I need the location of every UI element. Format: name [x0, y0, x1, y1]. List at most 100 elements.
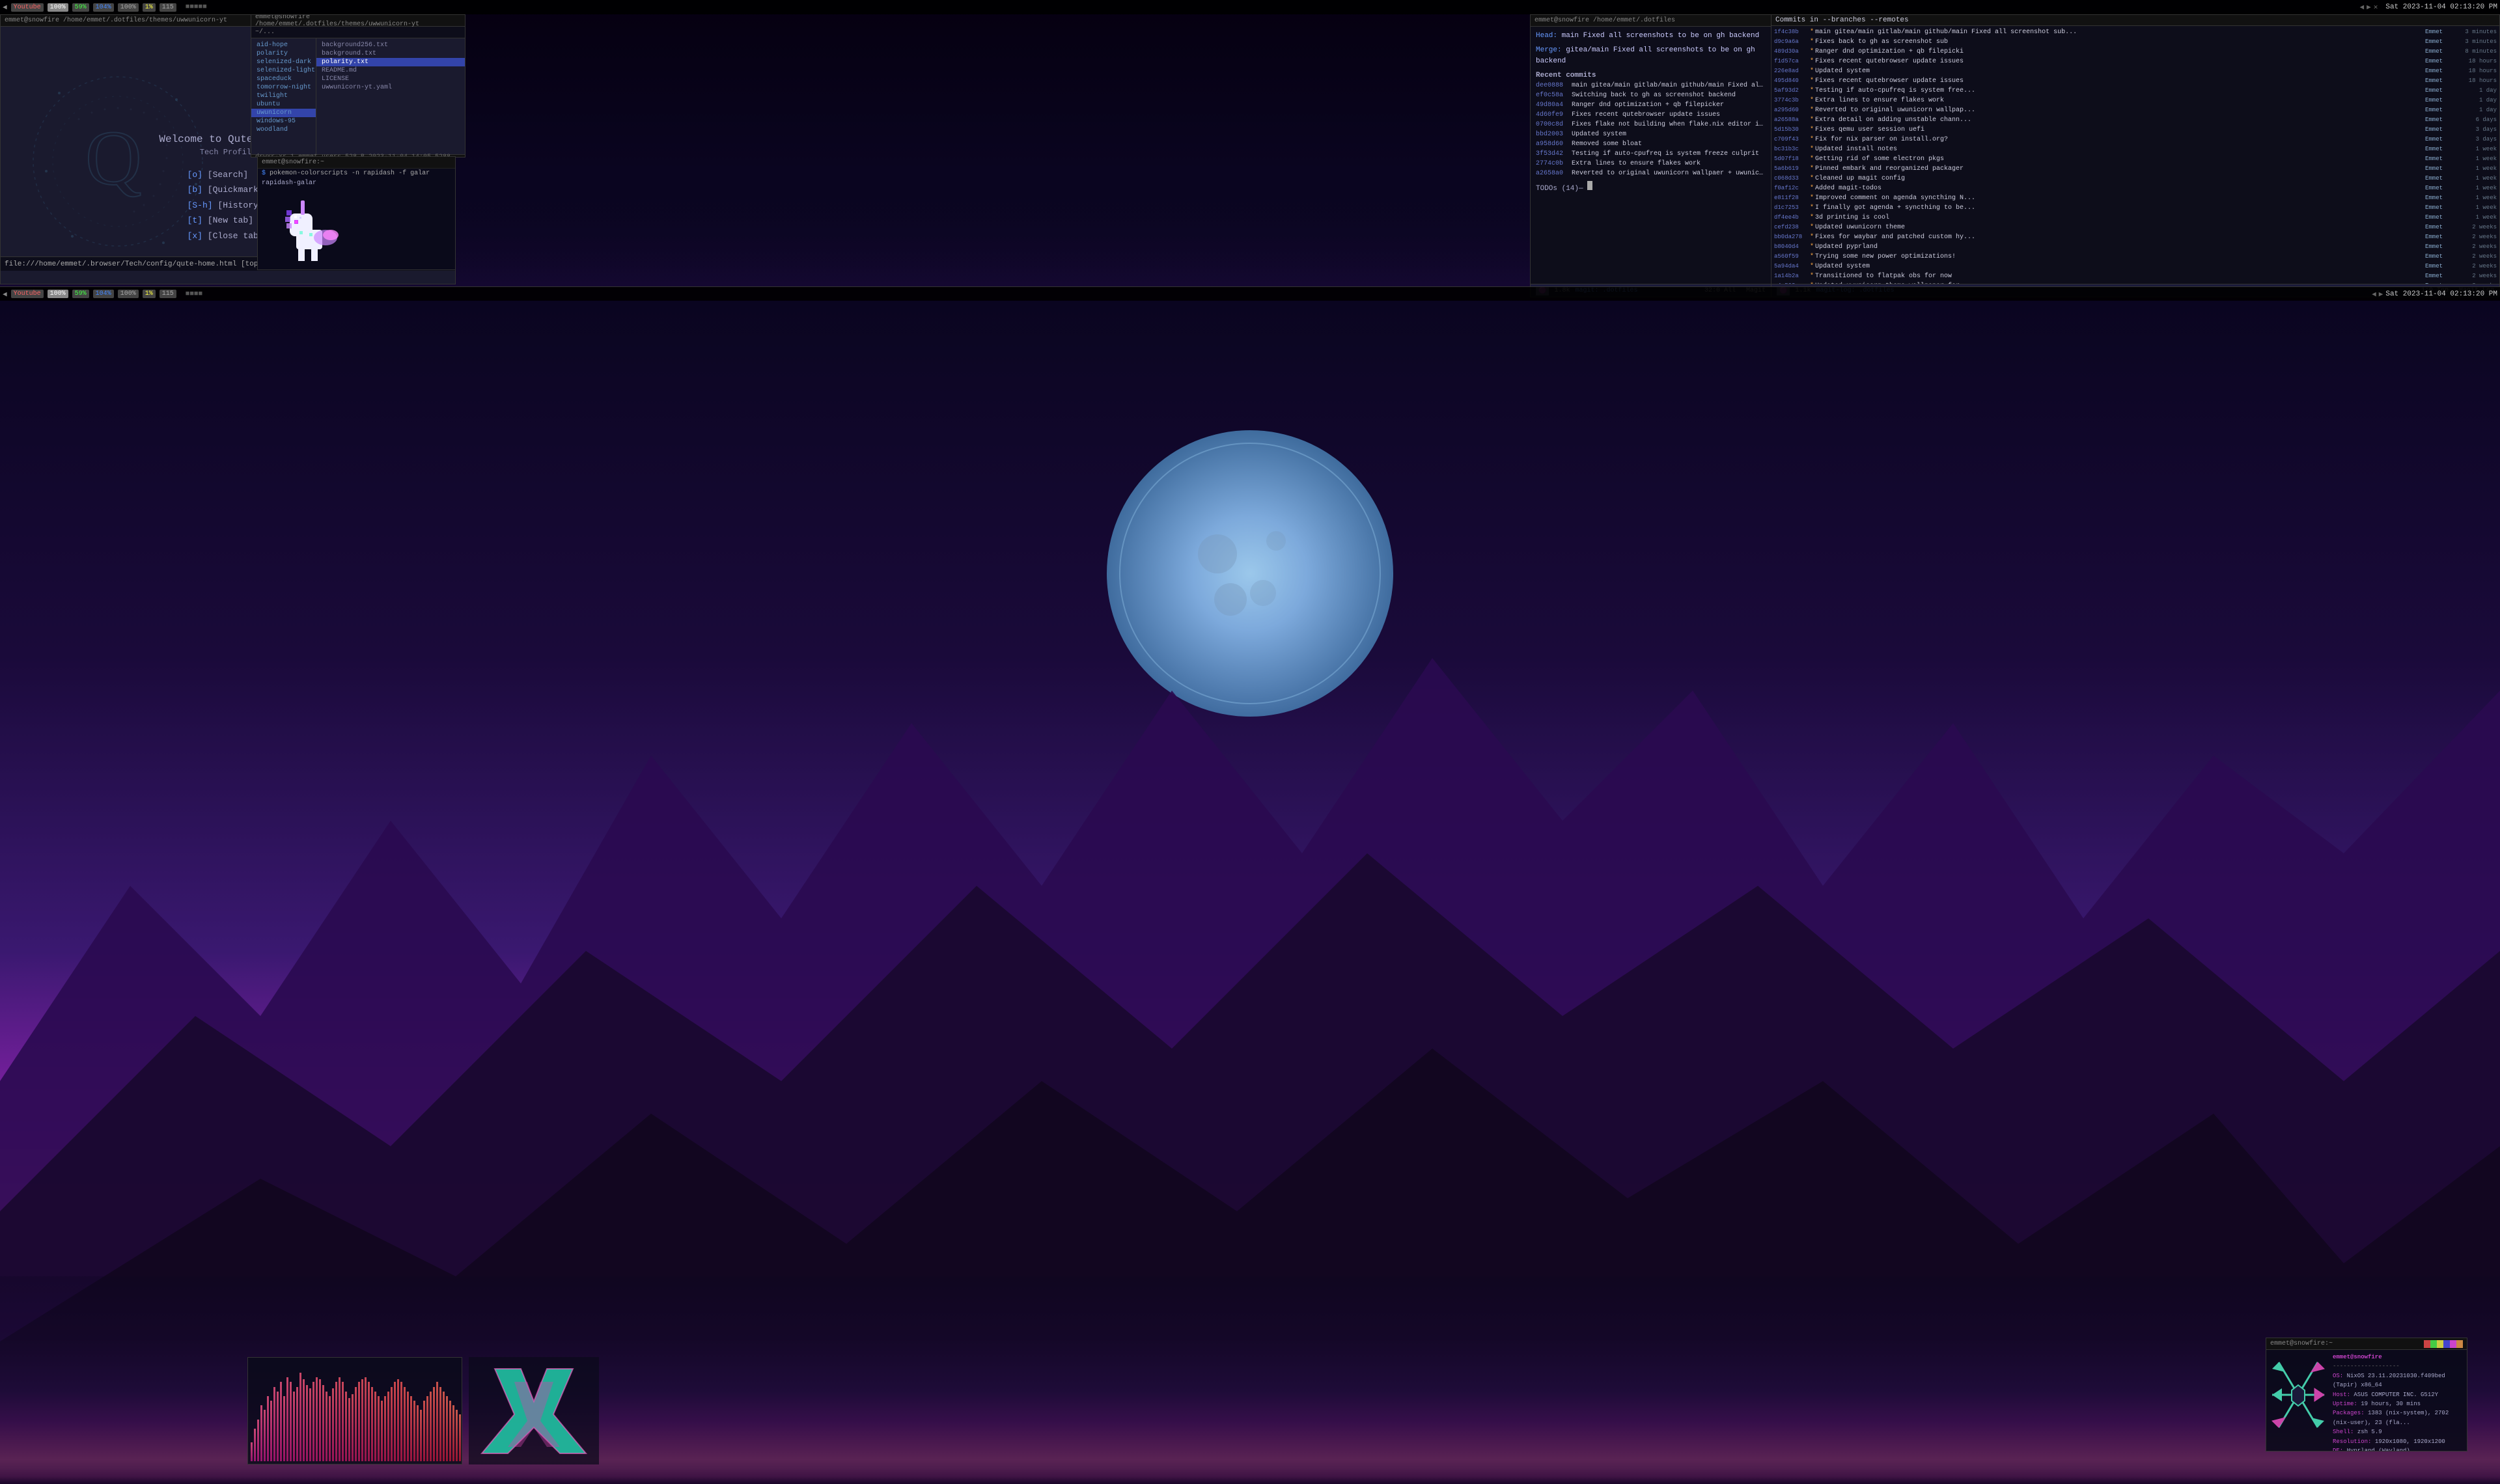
clog-25[interactable]: 5a94da4*Updated systemEmmet2 weeks [1771, 262, 2499, 271]
file-item-spd[interactable]: spaceduck [251, 75, 316, 83]
statusbar-tag-5: 1% [143, 3, 156, 12]
bottom-window-btn-min[interactable]: ◀ [2372, 290, 2376, 299]
clog-13[interactable]: bc31b3c*Updated install notesEmmet1 week [1771, 144, 2499, 154]
file-item-aidh[interactable]: aid-hope [251, 41, 316, 49]
neofetch-field-host: Host: ASUS COMPUTER INC. G512Y [2333, 1390, 2464, 1399]
bottom-window-btn-max[interactable]: ▶ [2379, 290, 2383, 299]
audio-bar-20 [316, 1377, 318, 1461]
bottom-sb-tag4: 100% [118, 290, 139, 298]
file-polarity[interactable]: polarity.txt [316, 58, 465, 66]
window-btn-close[interactable]: ✕ [2374, 3, 2378, 12]
audio-bar-17 [306, 1385, 308, 1461]
file-readme[interactable]: README.md [316, 66, 465, 75]
pokemon-cmd-text: pokemon-colorscripts -n rapidash -f gala… [270, 170, 430, 177]
statusbar-tag-3: 104% [93, 3, 114, 12]
mountain-svg [0, 301, 2500, 1484]
file-item-wld[interactable]: woodland [251, 126, 316, 134]
clog-15[interactable]: 5a6b619*Pinned embark and reorganized pa… [1771, 164, 2499, 174]
clog-20[interactable]: df4ee4b*3d printing is coolEmmet1 week [1771, 213, 2499, 223]
qute-logo-pattern: Q [7, 41, 229, 282]
clog-7[interactable]: 5af93d2*Testing if auto-cpufreq is syste… [1771, 86, 2499, 96]
clog-23[interactable]: b8040d4*Updated pyprlandEmmet2 weeks [1771, 242, 2499, 252]
file-item-pol[interactable]: polarity [251, 49, 316, 58]
neofetch-field-de: DE: Hyprland (Wayland) [2333, 1446, 2464, 1451]
git-commit-9[interactable]: 2774c0bExtra lines to ensure flakes work [1533, 159, 1768, 169]
statusbar-tag-6: 115 [160, 3, 176, 12]
clog-16[interactable]: c068d33*Cleaned up magit configEmmet1 we… [1771, 174, 2499, 184]
git-panel-window: emmet@snowfire /home/emmet/.dotfiles Hea… [1530, 14, 2500, 297]
clog-3[interactable]: 489d30a*Ranger dnd optimization + qb fil… [1771, 47, 2499, 57]
clog-2[interactable]: d9c9a6a*Fixes back to gh as screenshot s… [1771, 37, 2499, 47]
clog-26[interactable]: 1a14b2a*Transitioned to flatpak obs for … [1771, 271, 2499, 281]
pokemon-terminal-window: emmet@snowfire:~ $ pokemon-colorscripts … [257, 156, 456, 270]
git-body: Head: main Fixed all screenshots to be o… [1531, 27, 1771, 284]
git-commit-5[interactable]: 0700c8dFixes flake not building when fla… [1533, 120, 1768, 130]
audio-bar-21 [319, 1379, 321, 1461]
git-todos: TODOs (14)— [1533, 178, 1768, 195]
git-commit-10[interactable]: a2658a0Reverted to original uwunicorn wa… [1533, 169, 1768, 178]
file-item-twl[interactable]: twilight [251, 92, 316, 100]
clog-24[interactable]: a560f59*Trying some new power optimizati… [1771, 252, 2499, 262]
git-commit-3[interactable]: 49d80a4Ranger dnd optimization + qb file… [1533, 100, 1768, 110]
git-commit-6[interactable]: bbd2003Updated system [1533, 130, 1768, 139]
bottom-statusbar: ◀ Youtube 100% 59% 104% 100% 1% 115 ■■■■… [0, 286, 2500, 301]
audio-bar-8 [277, 1392, 279, 1461]
file-item-seld[interactable]: selenized-dark [251, 58, 316, 66]
pokemon-sprite-area [258, 188, 455, 270]
file-bg256[interactable]: background256.txt [316, 41, 465, 49]
git-commit-8[interactable]: 3f53d42Testing if auto-cpufreq is system… [1533, 149, 1768, 159]
clog-6[interactable]: 495d840*Fixes recent qutebrowser update … [1771, 76, 2499, 86]
audio-bar-54 [426, 1396, 428, 1461]
file-item-w95[interactable]: windows-95 [251, 117, 316, 126]
audio-bar-42 [387, 1392, 389, 1461]
neofetch-field-uptime: Uptime: 19 hours, 30 mins [2333, 1399, 2464, 1408]
window-btn-min[interactable]: ◀ [2359, 3, 2364, 12]
audio-bar-31 [352, 1394, 354, 1461]
audio-bar-63 [456, 1410, 458, 1461]
clog-10[interactable]: a26588a*Extra detail on adding unstable … [1771, 115, 2499, 125]
git-left-header: emmet@snowfire /home/emmet/.dotfiles [1531, 15, 1771, 27]
files-right-panel: background256.txt background.txt polarit… [316, 38, 465, 154]
clog-19[interactable]: d1c7253*I finally got agenda + syncthing… [1771, 203, 2499, 213]
clog-11[interactable]: 5d15b30*Fixes qemu user session uefiEmme… [1771, 125, 2499, 135]
audio-bar-32 [355, 1387, 357, 1461]
clog-21[interactable]: cefd238*Updated uwunicorn themeEmmet2 we… [1771, 223, 2499, 232]
audio-bar-13 [293, 1392, 295, 1461]
files-path-bar: ~/... [251, 27, 465, 38]
bottom-sb-tag2: 59% [72, 290, 89, 298]
git-commit-2[interactable]: ef0c58aSwitching back to gh as screensho… [1533, 90, 1768, 100]
git-commit-7[interactable]: a958d60Removed some bloat [1533, 139, 1768, 149]
clog-17[interactable]: f0af12c*Added magit-todosEmmet1 week [1771, 184, 2499, 193]
clog-9[interactable]: a295d60*Reverted to original uwunicorn w… [1771, 105, 2499, 115]
git-commit-1[interactable]: dee0888main gitea/main gitlab/main githu… [1533, 81, 1768, 90]
pokemon-sprite [260, 191, 358, 269]
file-item-uwu[interactable]: uwunicorn [251, 109, 316, 117]
audio-bars-container [248, 1358, 462, 1464]
svg-text:Q: Q [85, 115, 142, 201]
audio-bar-1 [254, 1429, 256, 1461]
statusbar-tag-2: 59% [72, 3, 89, 12]
file-bg[interactable]: background.txt [316, 49, 465, 58]
files-body: aid-hope polarity selenized-dark seleniz… [251, 38, 465, 154]
audio-bar-49 [410, 1396, 412, 1461]
clog-4[interactable]: f1d57ca*Fixes recent qutebrowser update … [1771, 57, 2499, 66]
neofetch-sep: ------------------- [2333, 1362, 2464, 1371]
git-commit-4[interactable]: 4d60fe9Fixes recent qutebrowser update i… [1533, 110, 1768, 120]
file-item-ubu[interactable]: ubuntu [251, 100, 316, 109]
file-license[interactable]: LICENSE [316, 75, 465, 83]
file-item-sell[interactable]: selenized-light [251, 66, 316, 75]
files-header: emmet@snowfire /home/emmet/.dotfiles/the… [251, 15, 465, 27]
clog-18[interactable]: e811f28*Improved comment on agenda synct… [1771, 193, 2499, 203]
clog-8[interactable]: 3774c3b*Extra lines to ensure flakes wor… [1771, 96, 2499, 105]
clog-14[interactable]: 5d07f18*Getting rid of some electron pkg… [1771, 154, 2499, 164]
clog-12[interactable]: c709f43*Fix for nix parser on install.or… [1771, 135, 2499, 144]
file-item-tn[interactable]: tomorrow-night [251, 83, 316, 92]
bottom-sb-tag6: 115 [160, 290, 176, 298]
clog-5[interactable]: 226e8ad*Updated systemEmmet18 hours [1771, 66, 2499, 76]
clog-1[interactable]: 1f4c38b*main gitea/main gitlab/main gith… [1771, 27, 2499, 37]
git-cursor [1587, 181, 1592, 190]
window-btn-max[interactable]: ▶ [2367, 3, 2371, 12]
clog-22[interactable]: bb0da278*Fixes for waybar and patched cu… [1771, 232, 2499, 242]
file-yaml[interactable]: uwwunicorn-yt.yaml [316, 83, 465, 92]
pokemon-header: emmet@snowfire:~ [258, 157, 455, 169]
